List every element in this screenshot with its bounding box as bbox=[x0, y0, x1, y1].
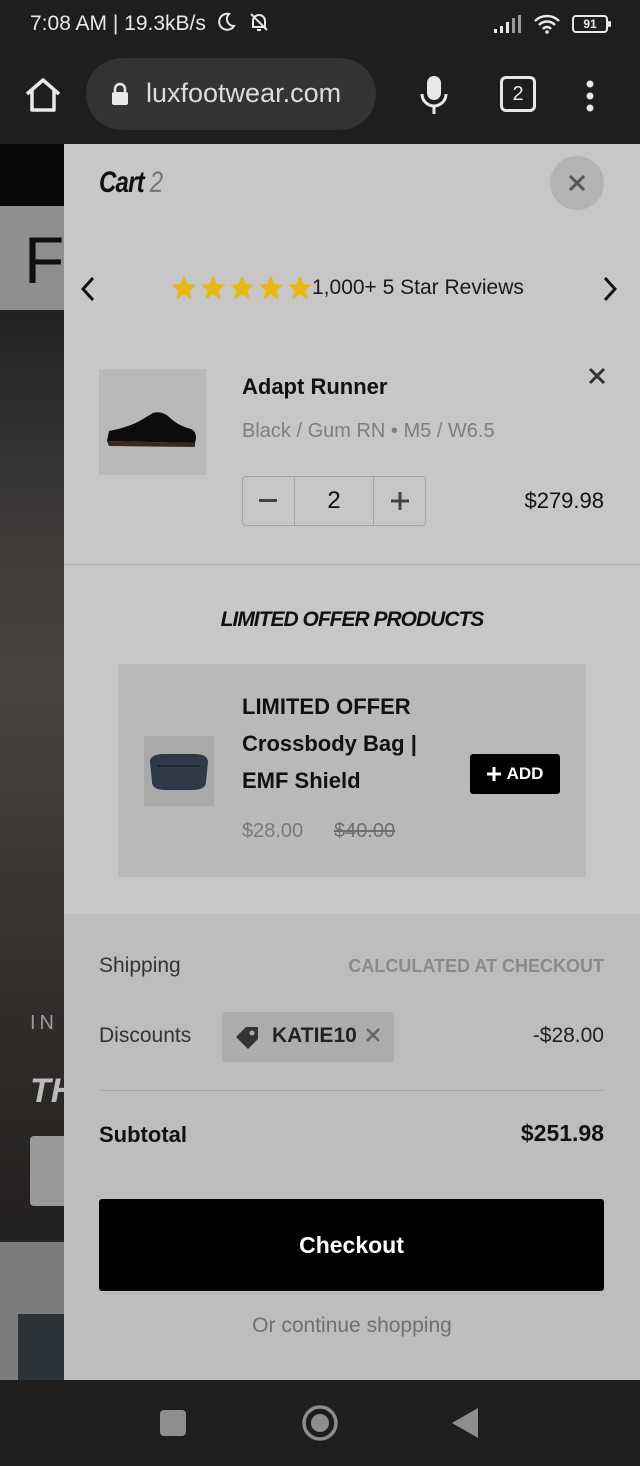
increase-quantity-button[interactable] bbox=[374, 477, 425, 525]
url-text: luxfootwear.com bbox=[146, 78, 342, 108]
circle-home-icon bbox=[302, 1405, 338, 1441]
signal-icon bbox=[494, 15, 521, 33]
chevron-left-icon bbox=[80, 276, 95, 302]
offer-heading: LIMITED OFFER PRODUCTS bbox=[220, 608, 485, 631]
browser-toolbar: luxfootwear.com 2 bbox=[0, 48, 640, 144]
offer-product-image[interactable] bbox=[144, 736, 214, 806]
remove-item-button[interactable] bbox=[584, 364, 610, 390]
browser-menu-button[interactable] bbox=[580, 76, 600, 116]
cart-drawer: Cart 2 1,000+ 5 Star Reviews Adapt Runne… bbox=[64, 144, 640, 1380]
close-icon bbox=[366, 1028, 380, 1042]
star-icon bbox=[229, 275, 255, 300]
offer-price: $28.00 bbox=[242, 820, 304, 842]
battery-icon: 91 bbox=[572, 15, 611, 33]
status-bar: 7:08 AM | 19.3kB/s 91 bbox=[0, 0, 640, 48]
more-vertical-icon bbox=[586, 80, 594, 112]
tab-switcher-button[interactable]: 2 bbox=[500, 76, 536, 112]
add-offer-label: ADD bbox=[506, 764, 544, 783]
star-icon bbox=[171, 275, 197, 300]
divider bbox=[64, 564, 640, 565]
discount-code-chip: KATIE10 bbox=[222, 1012, 394, 1062]
shipping-label: Shipping bbox=[99, 954, 181, 977]
remove-discount-button[interactable] bbox=[362, 1022, 384, 1050]
plus-icon bbox=[390, 492, 409, 510]
discounts-label: Discounts bbox=[99, 1024, 192, 1047]
offer-compare-price: $40.00 bbox=[334, 820, 396, 842]
cart-count: 2 bbox=[149, 166, 163, 199]
reviews-carousel: 1,000+ 5 Star Reviews bbox=[64, 264, 640, 314]
background-letter: F bbox=[24, 223, 65, 297]
quantity-stepper: 2 bbox=[242, 476, 426, 526]
product-variant: Black / Gum RN • M5 / W6.5 bbox=[242, 420, 495, 442]
close-icon bbox=[588, 367, 606, 385]
star-rating bbox=[170, 274, 314, 302]
add-offer-button[interactable]: ADD bbox=[470, 754, 560, 794]
bell-muted-icon bbox=[249, 13, 268, 31]
recents-button[interactable] bbox=[160, 1410, 186, 1436]
product-image[interactable] bbox=[99, 369, 206, 475]
divider bbox=[99, 1090, 604, 1091]
chevron-right-icon bbox=[603, 276, 618, 302]
star-icon bbox=[287, 275, 313, 300]
background-header bbox=[0, 144, 64, 206]
tab-count: 2 bbox=[512, 82, 524, 105]
offer-product-title[interactable]: LIMITED OFFER Crossbody Bag | EMF Shield bbox=[242, 688, 462, 799]
quantity-value[interactable]: 2 bbox=[293, 477, 375, 525]
battery-level: 91 bbox=[583, 17, 597, 31]
system-nav-bar bbox=[0, 1380, 640, 1466]
address-bar[interactable]: luxfootwear.com bbox=[86, 58, 376, 130]
home-icon bbox=[25, 78, 61, 112]
discount-amount: -$28.00 bbox=[532, 1024, 604, 1047]
offer-product-card: LIMITED OFFER Crossbody Bag | EMF Shield… bbox=[118, 664, 586, 877]
star-icon bbox=[258, 275, 284, 300]
wifi-icon bbox=[534, 14, 560, 34]
checkout-button[interactable]: Checkout bbox=[99, 1199, 604, 1291]
tag-icon bbox=[236, 1027, 258, 1049]
back-triangle-icon bbox=[452, 1408, 478, 1438]
shipping-value: CALCULATED AT CHECKOUT bbox=[348, 956, 604, 976]
minus-icon bbox=[259, 499, 278, 502]
background-text: IN bbox=[30, 1012, 58, 1034]
carousel-next-button[interactable] bbox=[600, 274, 626, 304]
back-button[interactable] bbox=[450, 1406, 480, 1440]
cart-title: Cart 2 bbox=[99, 166, 163, 200]
plus-icon bbox=[486, 767, 501, 781]
voice-search-button[interactable] bbox=[414, 74, 454, 118]
close-icon bbox=[568, 174, 586, 192]
continue-shopping-link[interactable]: Or continue shopping bbox=[64, 1314, 640, 1338]
nav-home-button[interactable] bbox=[301, 1404, 339, 1442]
reviews-text: 1,000+ 5 Star Reviews bbox=[312, 276, 524, 299]
product-name[interactable]: Adapt Runner bbox=[242, 374, 387, 400]
decrease-quantity-button[interactable] bbox=[243, 477, 294, 525]
moon-icon bbox=[217, 12, 236, 31]
cart-title-text: Cart bbox=[99, 166, 145, 199]
subtotal-label: Subtotal bbox=[99, 1122, 187, 1147]
close-cart-button[interactable] bbox=[550, 156, 604, 210]
bag-image bbox=[150, 754, 208, 790]
subtotal-value: $251.98 bbox=[520, 1120, 604, 1146]
carousel-prev-button[interactable] bbox=[78, 274, 104, 304]
shoe-image bbox=[107, 412, 196, 447]
home-button[interactable] bbox=[22, 74, 64, 116]
discount-code: KATIE10 bbox=[272, 1024, 357, 1047]
microphone-icon bbox=[420, 76, 448, 114]
lock-icon bbox=[112, 82, 128, 105]
cart-footer: Shipping CALCULATED AT CHECKOUT Discount… bbox=[64, 914, 640, 1380]
status-time-speed: 7:08 AM | 19.3kB/s bbox=[30, 12, 206, 35]
star-icon bbox=[200, 275, 226, 300]
background-thumbnail bbox=[18, 1314, 64, 1380]
line-item-price: $279.98 bbox=[524, 488, 604, 513]
